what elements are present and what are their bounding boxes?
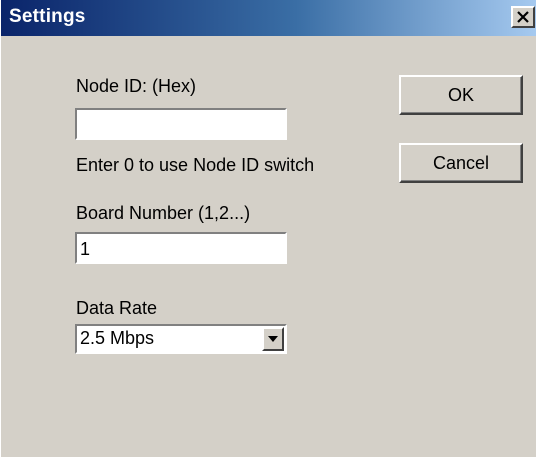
window-title: Settings — [9, 6, 86, 27]
dropdown-button[interactable] — [262, 327, 284, 351]
node-id-input[interactable] — [75, 108, 287, 140]
close-button[interactable] — [511, 6, 535, 28]
ok-button-label: OK — [447, 84, 474, 105]
node-id-label: Node ID: (Hex) — [76, 76, 197, 96]
data-rate-label: Data Rate — [76, 298, 158, 318]
close-icon — [517, 11, 529, 23]
cancel-button-label: Cancel — [432, 152, 490, 173]
settings-dialog: Settings Node ID: (Hex) Enter 0 to use N… — [0, 0, 536, 457]
ok-button[interactable]: OK — [399, 75, 523, 115]
board-number-field-wrapper — [75, 232, 287, 264]
data-rate-select[interactable]: 2.5 Mbps — [75, 324, 287, 354]
data-rate-selected-value: 2.5 Mbps — [80, 328, 155, 348]
title-bar[interactable]: Settings — [1, 0, 536, 36]
board-number-input[interactable] — [75, 232, 287, 264]
chevron-down-icon — [268, 336, 278, 342]
board-number-label: Board Number (1,2...) — [76, 203, 251, 223]
cancel-button[interactable]: Cancel — [399, 143, 523, 183]
node-id-hint: Enter 0 to use Node ID switch — [76, 155, 315, 175]
node-id-field-wrapper — [75, 108, 287, 140]
